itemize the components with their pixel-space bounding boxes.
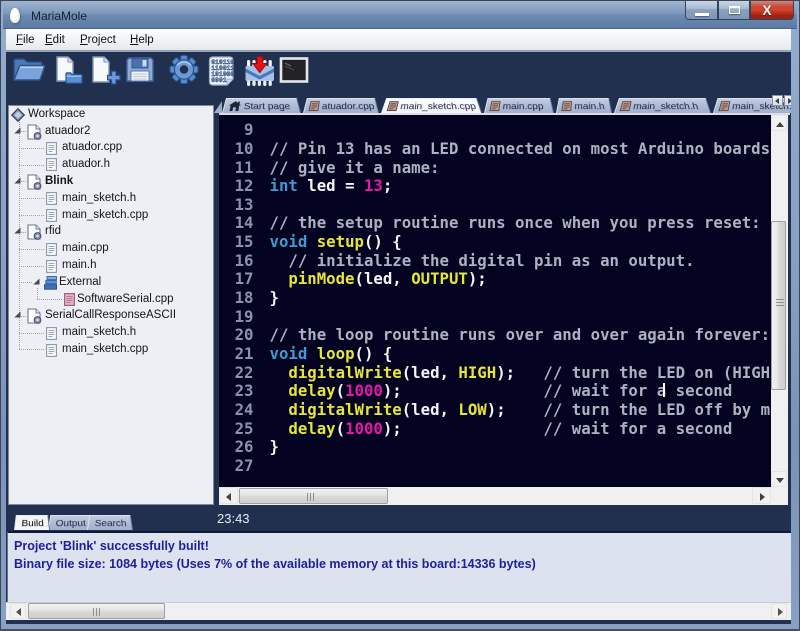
svg-text:0001: 0001 <box>211 77 227 84</box>
